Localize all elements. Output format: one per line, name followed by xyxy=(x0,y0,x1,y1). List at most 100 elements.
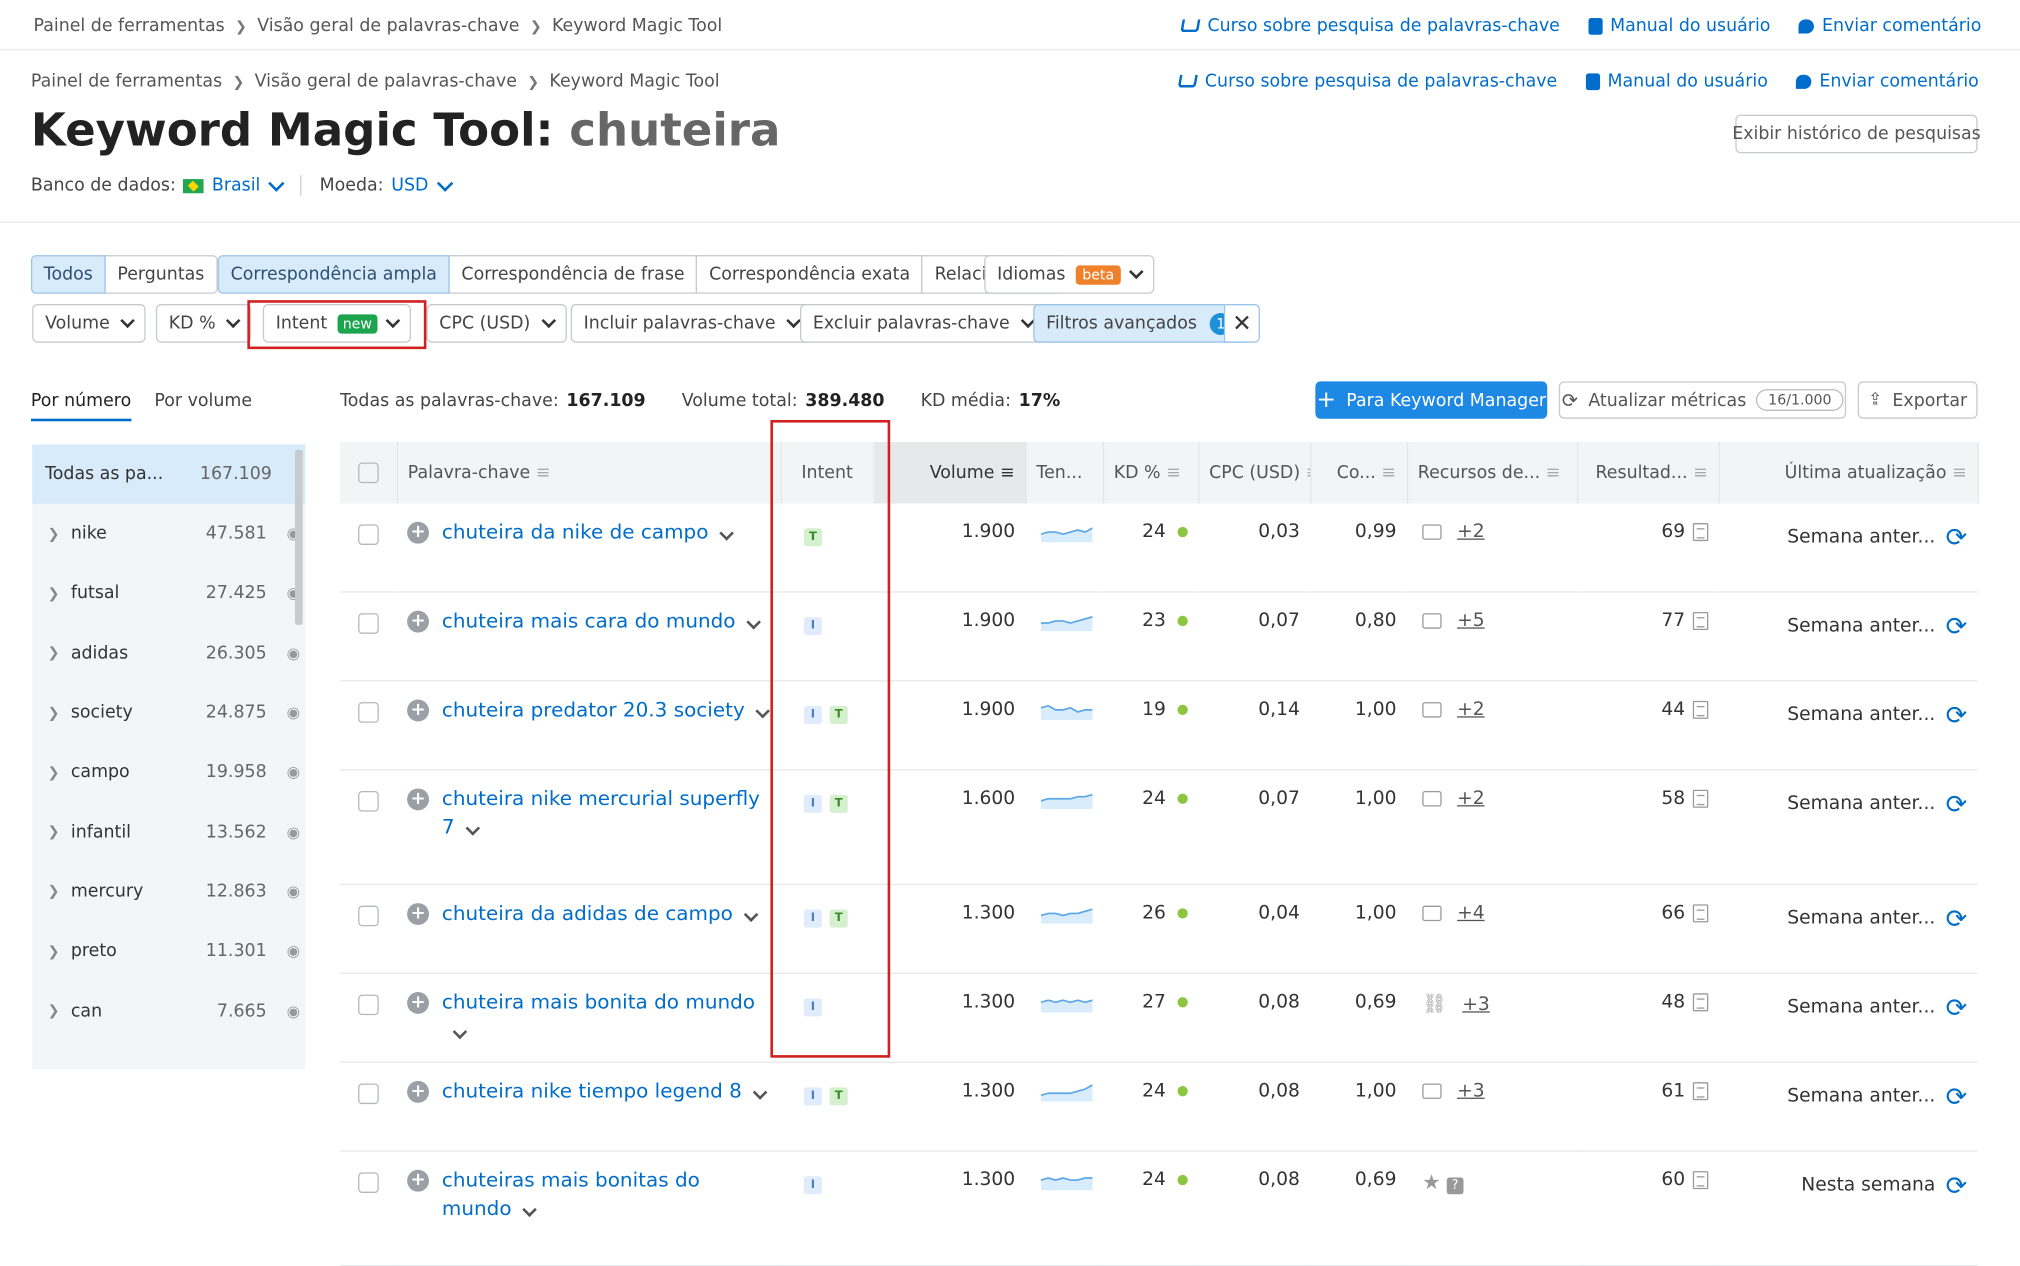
add-keyword-icon[interactable]: + xyxy=(407,1080,430,1103)
feedback-link[interactable]: Enviar comentário xyxy=(1796,71,1979,91)
update-metrics-button[interactable]: ⟳ Atualizar métricas 16/1.000 xyxy=(1558,381,1847,419)
sidebar-group-item[interactable]: ❯ can 7.665 ◉ xyxy=(32,981,305,1041)
add-keyword-icon[interactable]: + xyxy=(407,521,430,544)
add-keyword-icon[interactable]: + xyxy=(407,610,430,633)
serp-snapshot-icon[interactable] xyxy=(1692,523,1709,542)
include-keywords-filter[interactable]: Incluir palavras-chave xyxy=(570,304,812,343)
refresh-icon[interactable]: ⟳ xyxy=(1946,700,1968,731)
serp-snapshot-icon[interactable] xyxy=(1692,993,1709,1012)
sidebar-group-item[interactable]: ❯ infantil 13.562 ◉ xyxy=(32,802,305,862)
chevron-right-icon[interactable]: ❯ xyxy=(48,823,71,840)
row-checkbox[interactable] xyxy=(358,1172,379,1193)
column-header-keyword[interactable]: Palavra-chave ≡ xyxy=(396,441,782,504)
eye-icon[interactable]: ◉ xyxy=(267,882,301,900)
add-keyword-icon[interactable]: + xyxy=(407,991,430,1014)
column-header-results[interactable]: Resultad... ≡ xyxy=(1576,441,1720,504)
eye-icon[interactable]: ◉ xyxy=(267,823,301,841)
row-checkbox[interactable] xyxy=(358,1083,379,1105)
serp-extra-link[interactable]: +2 xyxy=(1457,788,1485,809)
tab-broad-match[interactable]: Correspondência ampla xyxy=(217,255,450,294)
intent-filter[interactable]: Intent new xyxy=(262,304,411,343)
keyword-link[interactable]: chuteira mais cara do mundo xyxy=(442,607,761,635)
breadcrumb-item[interactable]: Painel de ferramentas xyxy=(33,15,224,36)
history-button[interactable]: Exibir histórico de pesquisas xyxy=(1732,114,1981,154)
database-select[interactable]: Brasil xyxy=(212,174,285,196)
chevron-right-icon[interactable]: ❯ xyxy=(48,1002,71,1019)
sidebar-item-all[interactable]: Todas as pa... 167.109 xyxy=(32,444,306,504)
serp-snapshot-icon[interactable] xyxy=(1692,1082,1709,1101)
chevron-right-icon[interactable]: ❯ xyxy=(48,525,71,542)
refresh-icon[interactable]: ⟳ xyxy=(1946,903,1968,934)
tab-by-volume[interactable]: Por volume xyxy=(154,390,252,421)
column-header-competition[interactable]: Co... ≡ xyxy=(1310,441,1408,504)
column-header-trend[interactable]: Ten... xyxy=(1025,441,1104,504)
column-header-volume[interactable]: Volume ≡ xyxy=(873,441,1027,504)
add-keyword-icon[interactable]: + xyxy=(407,788,430,811)
chevron-right-icon[interactable]: ❯ xyxy=(48,883,71,900)
chevron-right-icon[interactable]: ❯ xyxy=(48,644,71,661)
select-all-checkbox[interactable] xyxy=(357,462,379,484)
sidebar-group-item[interactable]: ❯ adidas 26.305 ◉ xyxy=(32,623,305,683)
languages-dropdown[interactable]: Idiomas beta xyxy=(984,255,1155,294)
cpc-filter[interactable]: CPC (USD) xyxy=(426,304,567,343)
eye-icon[interactable]: ◉ xyxy=(267,703,301,721)
column-header-kd[interactable]: KD % ≡ xyxy=(1102,441,1199,504)
serp-extra-link[interactable]: +4 xyxy=(1457,903,1485,924)
tab-questions[interactable]: Perguntas xyxy=(104,255,218,294)
export-button[interactable]: ⇪ Exportar xyxy=(1857,381,1978,419)
serp-snapshot-icon[interactable] xyxy=(1692,611,1709,630)
chevron-down-icon[interactable] xyxy=(465,821,480,836)
serp-extra-link[interactable]: +2 xyxy=(1457,700,1485,721)
manual-link[interactable]: Manual do usuário xyxy=(1585,71,1768,91)
feedback-link[interactable]: Enviar comentário xyxy=(1798,15,1981,36)
to-keyword-manager-button[interactable]: + Para Keyword Manager xyxy=(1315,381,1548,419)
tab-exact-match[interactable]: Correspondência exata xyxy=(696,255,924,294)
sidebar-group-item[interactable]: ❯ mercury 12.863 ◉ xyxy=(32,862,305,922)
keyword-link[interactable]: chuteira predator 20.3 society xyxy=(442,696,771,724)
chevron-right-icon[interactable]: ❯ xyxy=(48,585,71,602)
kd-filter[interactable]: KD % xyxy=(155,304,252,343)
serp-snapshot-icon[interactable] xyxy=(1692,904,1709,923)
refresh-icon[interactable]: ⟳ xyxy=(1946,1081,1968,1112)
keyword-link[interactable]: chuteira da nike de campo xyxy=(442,518,734,546)
row-checkbox[interactable] xyxy=(358,994,379,1016)
add-keyword-icon[interactable]: + xyxy=(407,1169,430,1192)
serp-snapshot-icon[interactable] xyxy=(1692,1171,1709,1190)
serp-extra-link[interactable]: +3 xyxy=(1457,1081,1485,1102)
chevron-down-icon[interactable] xyxy=(755,703,771,719)
serp-snapshot-icon[interactable] xyxy=(1692,700,1709,719)
chevron-down-icon[interactable] xyxy=(522,1202,537,1218)
row-checkbox[interactable] xyxy=(358,905,379,927)
eye-icon[interactable]: ◉ xyxy=(267,763,301,781)
serp-extra-link[interactable]: +5 xyxy=(1457,611,1485,632)
currency-select[interactable]: USD xyxy=(391,174,453,196)
manual-link[interactable]: Manual do usuário xyxy=(1588,15,1770,36)
sidebar-group-item[interactable]: ❯ campo 19.958 ◉ xyxy=(32,742,305,802)
tab-phrase-match[interactable]: Correspondência de frase xyxy=(448,255,698,294)
chevron-down-icon[interactable] xyxy=(719,526,734,541)
eye-icon[interactable]: ◉ xyxy=(267,942,301,960)
breadcrumb-item[interactable]: Painel de ferramentas xyxy=(31,71,222,92)
keyword-link[interactable]: chuteira nike mercurial superfly 7 xyxy=(442,785,771,842)
tab-all[interactable]: Todos xyxy=(30,255,106,294)
column-header-intent[interactable]: Intent xyxy=(780,441,875,504)
serp-extra-link[interactable]: +2 xyxy=(1457,522,1485,543)
refresh-icon[interactable]: ⟳ xyxy=(1946,788,1968,819)
column-header-serp-features[interactable]: Recursos de... ≡ xyxy=(1406,441,1578,504)
course-link[interactable]: Curso sobre pesquisa de palavras-chave xyxy=(1180,15,1560,36)
add-keyword-icon[interactable]: + xyxy=(407,903,430,925)
serp-snapshot-icon[interactable] xyxy=(1692,789,1709,808)
breadcrumb-item[interactable]: Visão geral de palavras-chave xyxy=(257,15,519,36)
chevron-right-icon[interactable]: ❯ xyxy=(48,704,71,721)
sidebar-group-item[interactable]: ❯ preto 11.301 ◉ xyxy=(32,921,305,981)
refresh-icon[interactable]: ⟳ xyxy=(1946,522,1968,553)
refresh-icon[interactable]: ⟳ xyxy=(1946,992,1968,1023)
keyword-link[interactable]: chuteiras mais bonitas do mundo xyxy=(442,1166,771,1223)
row-checkbox[interactable] xyxy=(358,613,379,634)
add-keyword-icon[interactable]: + xyxy=(407,699,430,722)
chevron-right-icon[interactable]: ❯ xyxy=(48,943,71,960)
eye-icon[interactable]: ◉ xyxy=(267,644,301,662)
course-link[interactable]: Curso sobre pesquisa de palavras-chave xyxy=(1178,71,1557,91)
tab-by-number[interactable]: Por número xyxy=(30,390,132,422)
advanced-filters-button[interactable]: Filtros avançados 1 xyxy=(1033,304,1245,343)
